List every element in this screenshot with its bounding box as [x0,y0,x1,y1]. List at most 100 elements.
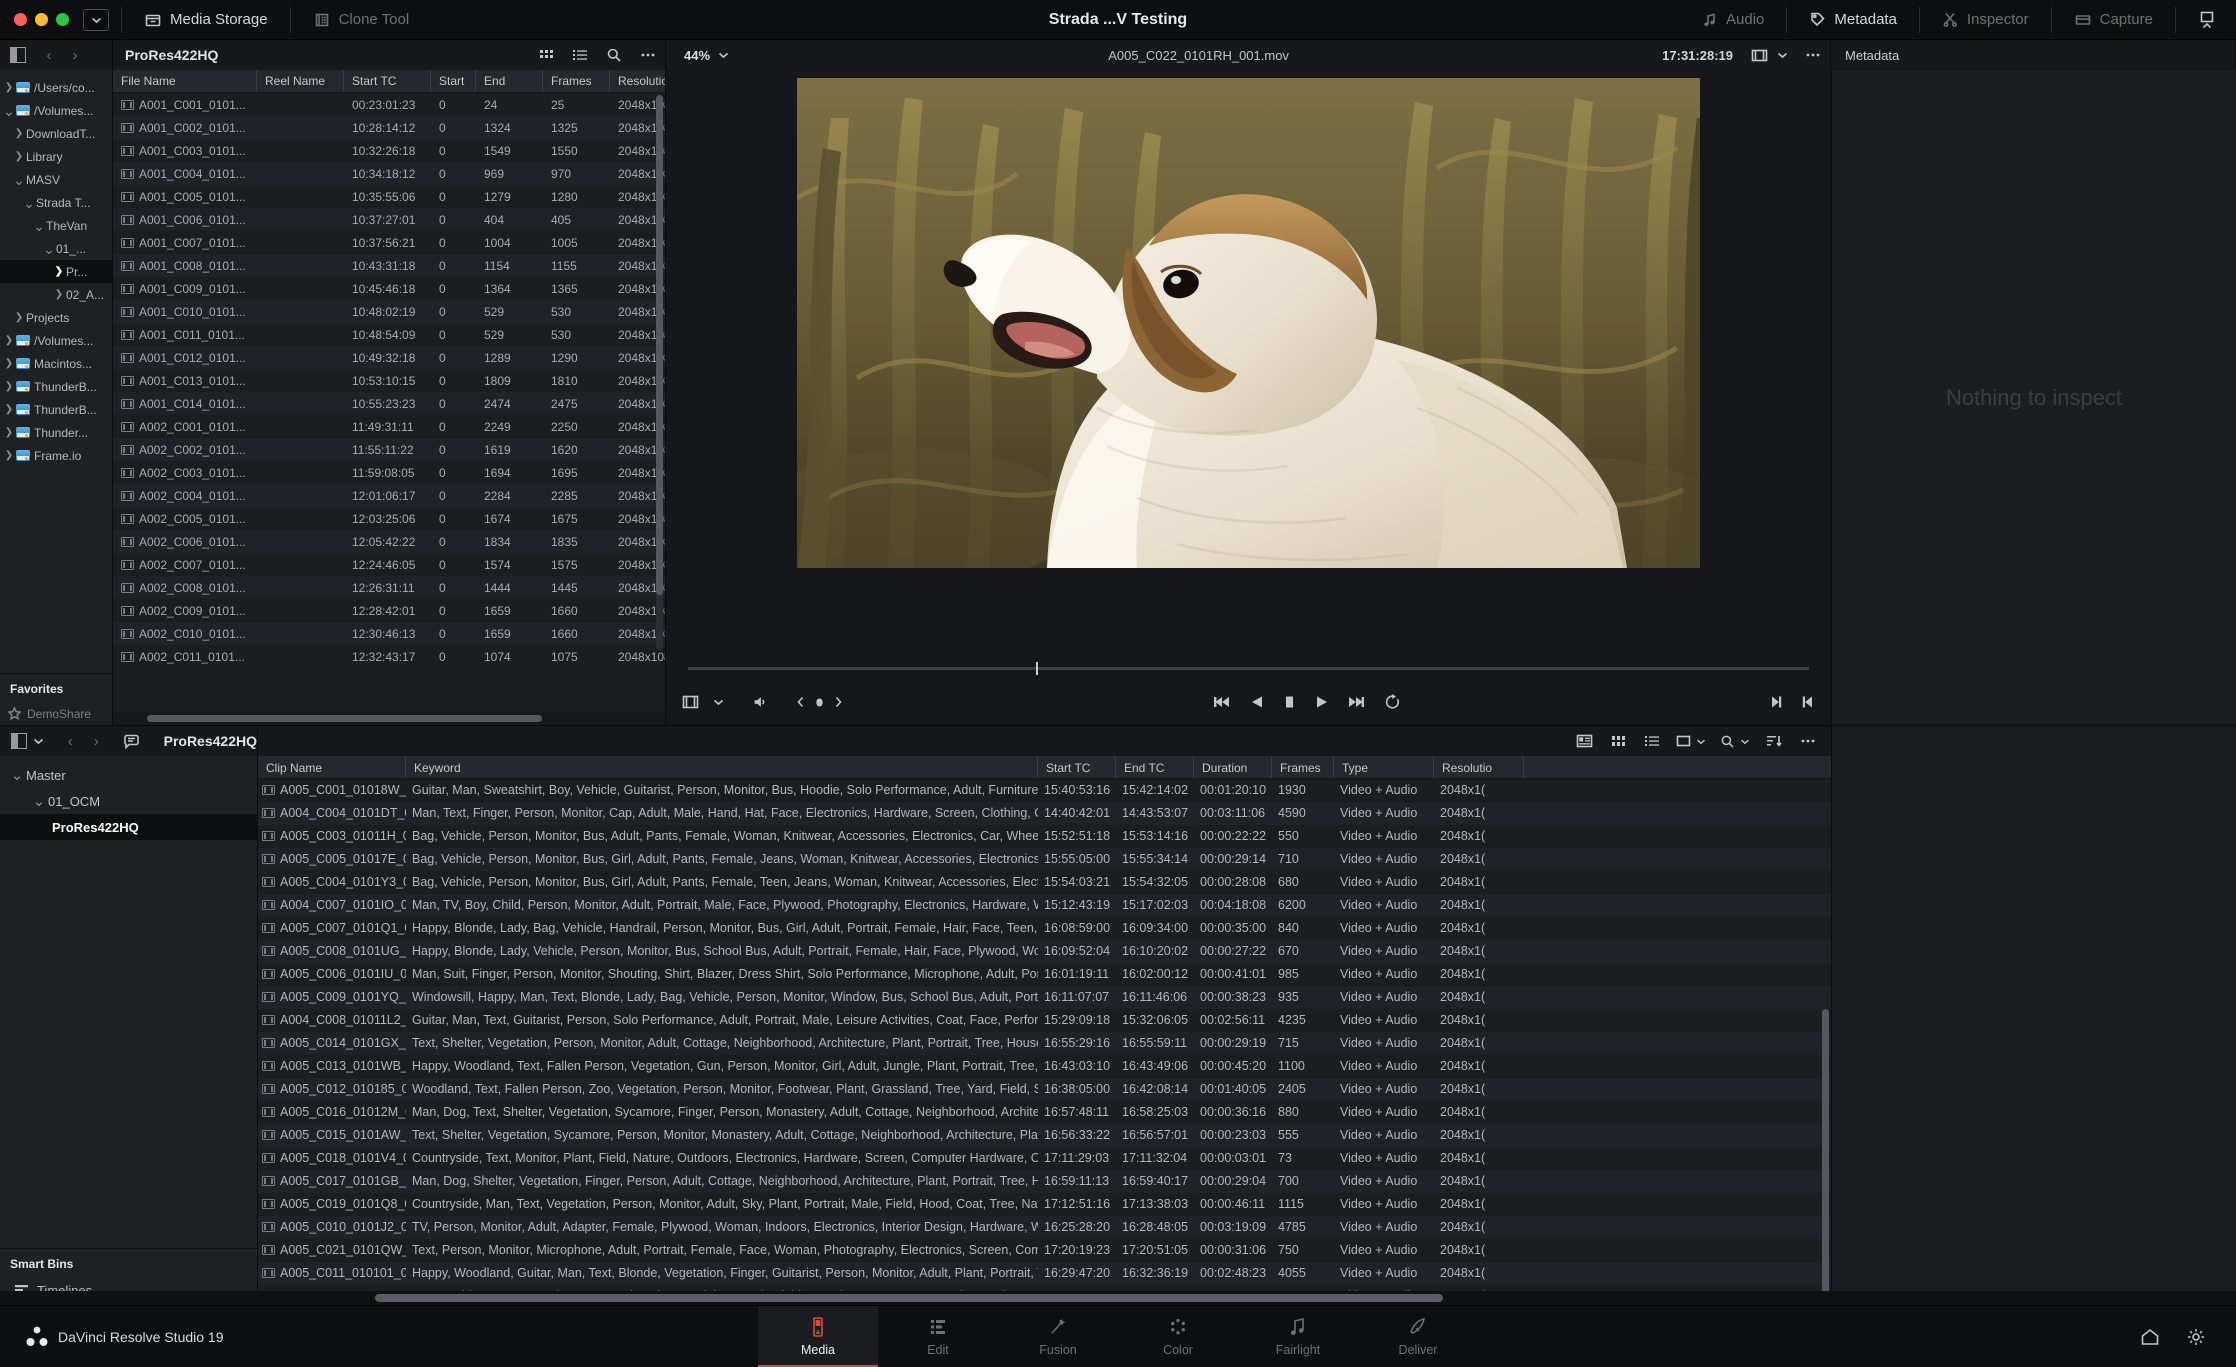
file-table-row[interactable]: A002_C007_0101... 12:24:46:05 0 1574 1575 204… [113,553,665,576]
media-pool-row[interactable]: A004_C008_01011L2_001.mov Guitar, Man, Te… [258,1009,1831,1032]
col-frames[interactable]: Frames [543,70,610,92]
file-table-vertical-scrollbar[interactable] [656,95,663,650]
file-table-row[interactable]: A002_C010_0101... 12:30:46:13 0 1659 1660 204… [113,622,665,645]
pool-search-button[interactable] [1713,726,1757,756]
page-tab-fusion[interactable]: Fusion [998,1306,1118,1367]
col-file-name[interactable]: File Name [113,70,257,92]
volume-button[interactable] [752,694,768,710]
storage-tree-item[interactable]: ❯ ThunderB... [0,375,112,398]
media-pool-row[interactable]: A005_C011_010101_001.mov Happy, Woodland,… [258,1261,1831,1285]
file-table-row[interactable]: A001_C010_0101... 10:48:02:19 0 529 530 2048x… [113,300,665,323]
bin-tree-item[interactable]: ⌄ 01_OCM [0,788,257,814]
scrubber-track[interactable] [688,661,1809,675]
file-table-row[interactable]: A001_C002_0101... 10:28:14:12 0 1324 1325 204… [113,116,665,139]
media-pool-body[interactable]: A005_C001_01018W_001.mov Guitar, Man, Swe… [258,779,1831,1305]
file-table-row[interactable]: A002_C002_0101... 11:55:11:22 0 1619 1620 204… [113,438,665,461]
mark-in-button[interactable] [1801,694,1815,710]
col-start-tc[interactable]: Start TC [1038,756,1116,778]
nav-back-button[interactable]: ‹ [36,47,62,64]
thumbnail-size-button[interactable] [1669,726,1713,756]
media-pool-row[interactable]: A005_C003_01011H_001.mov Bag, Vehicle, Pe… [258,825,1831,848]
page-tab-fairlight[interactable]: Fairlight [1238,1306,1358,1367]
media-pool-vertical-scrollbar[interactable] [1822,1008,1829,1305]
chevron-right-icon[interactable]: ❯ [2,427,16,438]
storage-tree-item[interactable]: ❯ Frame.io [0,444,112,467]
file-table-row[interactable]: A002_C009_0101... 12:28:42:01 0 1659 1660 204… [113,599,665,622]
list-view-button[interactable] [1635,726,1669,756]
chevron-right-icon[interactable]: ❯ [2,82,16,93]
media-pool-row[interactable]: A005_C014_0101GX_001.mov Text, Shelter, V… [258,1031,1831,1055]
play-forward-button[interactable] [1314,694,1328,710]
file-table-row[interactable]: A001_C004_0101... 10:34:18:12 0 969 970 2048x… [113,162,665,185]
storage-tree-item[interactable]: ⌄ MASV [0,168,112,191]
col-start-tc[interactable]: Start TC [344,70,431,92]
zoom-level-value[interactable]: 44% [676,48,712,63]
chevron-right-icon[interactable]: ❯ [12,151,26,162]
storage-tree-item[interactable]: ❯ /Volumes... [0,329,112,352]
media-pool-row[interactable]: A005_C013_0101WB_001.m... Happy, Woodland… [258,1055,1831,1078]
col-start[interactable]: Start [431,70,476,92]
viewer-options-button[interactable] [1796,40,1830,70]
minimize-window-button[interactable] [35,13,48,26]
media-pool-row[interactable]: A005_C009_0101YQ_001.mov Windowsill, Happ… [258,985,1831,1009]
file-table-body[interactable]: A001_C001_0101... 00:23:01:23 0 24 25 2048x10… [113,93,665,668]
metadata-panel-button[interactable]: Metadata [1799,7,1907,32]
col-duration[interactable]: Duration [1194,756,1272,778]
storage-tree-item[interactable]: ⌄ /Volumes... [0,99,112,122]
favorite-item-demoshare[interactable]: DemoShare [0,702,112,725]
chevron-right-icon[interactable]: ❯ [2,450,16,461]
media-pool-row[interactable]: A004_C004_0101DT_001.mov Man, Text, Finge… [258,801,1831,825]
chevron-right-icon[interactable]: ❯ [2,404,16,415]
file-table-row[interactable]: A001_C007_0101... 10:37:56:21 0 1004 1005 204… [113,231,665,254]
file-table-horizontal-scrollbar[interactable] [113,711,665,725]
viewer-display-mode-button[interactable] [1743,40,1777,70]
file-table-row[interactable]: A001_C009_0101... 10:45:46:18 0 1364 1365 204… [113,277,665,300]
chevron-down-icon[interactable]: ⌄ [42,242,56,256]
chevron-right-icon[interactable]: ❯ [12,312,26,323]
file-table-row[interactable]: A001_C013_0101... 10:53:10:15 0 1809 1810 204… [113,369,665,392]
project-manager-button[interactable] [2140,1327,2160,1347]
col-frames[interactable]: Frames [1272,756,1334,778]
media-pool-row[interactable]: A005_C010_0101J2_001.mov TV, Person, Moni… [258,1215,1831,1239]
storage-tree[interactable]: ❯/Users/co... ⌄/Volumes... ❯ DownloadT... ❯ L… [0,70,112,673]
chevron-down-icon[interactable]: ⌄ [22,196,36,210]
file-table-row[interactable]: A002_C006_0101... 12:05:42:22 0 1834 1835 204… [113,530,665,553]
page-tab-deliver[interactable]: Deliver [1358,1306,1478,1367]
file-table-row[interactable]: A001_C011_0101... 10:48:54:09 0 529 530 2048x… [113,323,665,346]
source-dropdown-icon[interactable] [713,698,724,706]
collapse-panel-icon[interactable] [2188,10,2226,30]
audio-pan-control[interactable] [796,696,843,709]
nav-forward-button[interactable]: › [62,47,88,64]
thumbnail-view-button[interactable] [529,40,563,70]
stop-button[interactable] [1282,694,1296,710]
media-pool-row[interactable]: A005_C006_0101IU_001.mov Man, Suit, Finge… [258,963,1831,986]
file-table-row[interactable]: A002_C008_0101... 12:26:31:11 0 1444 1445 204… [113,576,665,599]
file-table-row[interactable]: A002_C005_0101... 12:03:25:06 0 1674 1675 204… [113,507,665,530]
bin-back-button[interactable]: ‹ [57,733,83,750]
thumbnail-view-button[interactable] [1601,726,1635,756]
media-pool-row[interactable]: A005_C008_0101UG_001.mov Happy, Blonde, L… [258,939,1831,963]
storage-tree-item[interactable]: ⌄ 01_... [0,237,112,260]
storage-tree-item[interactable]: ❯ 02_A... [0,283,112,306]
metadata-view-button[interactable] [1567,726,1601,756]
chevron-down-icon[interactable]: ⌄ [30,794,48,809]
col-resolution[interactable]: Resolution [610,70,665,92]
storage-tree-item[interactable]: ❯ /Users/co... [0,76,112,99]
storage-tree-item[interactable]: ❯ DownloadT... [0,122,112,145]
col-resolution[interactable]: Resolutio [1434,756,1524,778]
media-pool-horizontal-scrollbar[interactable] [0,1291,2236,1305]
source-type-button[interactable] [682,695,699,709]
capture-panel-button[interactable]: Capture [2064,7,2163,33]
media-pool-row[interactable]: A004_C007_0101IO_001.mov Man, TV, Boy, Ch… [258,893,1831,917]
storage-tree-item[interactable]: ❯ Thunder... [0,421,112,444]
chevron-right-icon[interactable]: ❯ [12,128,26,139]
bin-filter-button[interactable] [112,726,151,756]
bin-tree-item[interactable]: ProRes422HQ [0,814,257,840]
chevron-right-icon[interactable]: ❯ [2,358,16,369]
bin-tree[interactable]: ⌄ Master ⌄ 01_OCM ProRes422HQ [0,756,257,840]
media-pool-row[interactable]: A005_C012_010185_001.mov Woodland, Text, … [258,1077,1831,1101]
window-controls[interactable] [0,13,69,26]
close-window-button[interactable] [14,13,27,26]
media-pool-row[interactable]: A005_C016_01012M_001.mov Man, Dog, Text, … [258,1101,1831,1124]
file-table-row[interactable]: A002_C001_0101... 11:49:31:11 0 2249 2250 204… [113,415,665,438]
